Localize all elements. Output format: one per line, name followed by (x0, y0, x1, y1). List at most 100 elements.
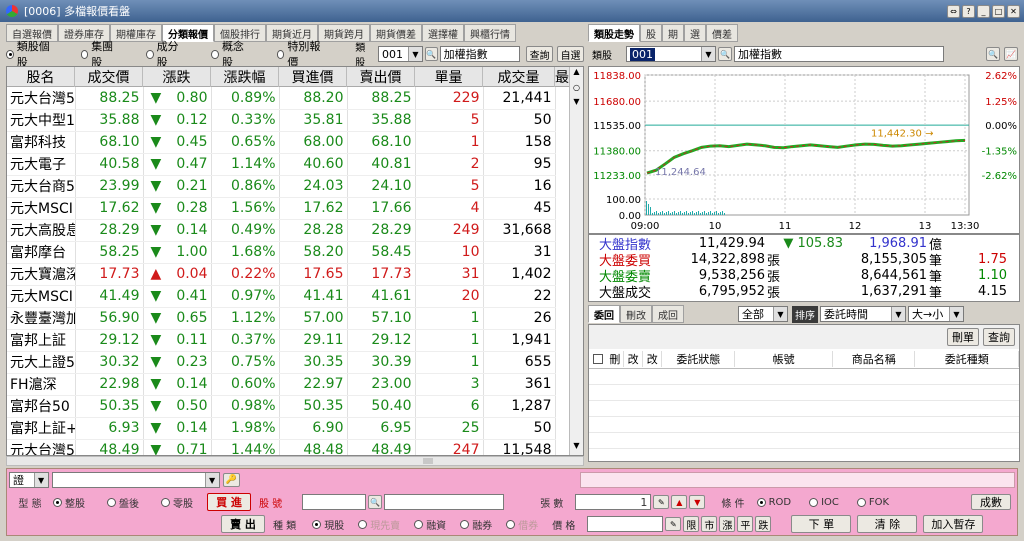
col-header-3[interactable]: 漲跌幅 (211, 67, 279, 87)
table-row[interactable]: 富邦摩台 58.25 ▼ 1.00 1.68% 58.20 58.45 10 31 (7, 241, 556, 264)
order-col-6[interactable]: 委託種類 (915, 350, 1020, 367)
col-header-1[interactable]: 成交價 (75, 67, 143, 87)
table-row[interactable]: 元大台商5 23.99 ▼ 0.21 0.86% 24.03 24.10 5 16 (7, 175, 556, 198)
select-all-checkbox[interactable] (593, 353, 603, 364)
sort-field-select[interactable]: 委託時間 ▼ (820, 306, 906, 322)
table-row[interactable]: 元大寶滬深 17.73 ▲ 0.04 0.22% 17.65 17.73 31 1,402 (7, 263, 556, 286)
kind-option-4[interactable]: 借券 (506, 517, 538, 532)
col-header-7[interactable]: 成交量 (483, 67, 555, 87)
deal-button[interactable]: 成數 (971, 494, 1011, 510)
type-option-1[interactable]: 盤後 (107, 495, 139, 510)
right-tab-0[interactable]: 類股走勢 (588, 24, 640, 42)
table-row[interactable]: 元大台灣5 48.49 ▼ 0.71 1.44% 48.48 48.49 247 11,548 (7, 439, 556, 455)
volume-bar (646, 201, 647, 215)
account-select[interactable]: 證 ▼ (9, 472, 49, 488)
maximize-button[interactable]: □ (992, 4, 1005, 18)
qty-calc-icon[interactable]: ✎ (653, 495, 670, 509)
price-type-1[interactable]: 市 (701, 516, 718, 532)
top-tab-9[interactable]: 興櫃行情 (464, 24, 516, 42)
table-row[interactable]: 永豐臺灣加 56.90 ▼ 0.65 1.12% 57.00 57.10 1 26 (7, 307, 556, 330)
right-tab-1[interactable]: 股 (640, 24, 662, 42)
right-category-select[interactable]: 001 ▼ (626, 46, 716, 62)
table-row[interactable]: 富邦上証+ 6.93 ▼ 0.14 1.98% 6.90 6.95 25 50 (7, 417, 556, 440)
right-tab-3[interactable]: 選 (684, 24, 706, 42)
cond-option-0[interactable]: ROD (756, 497, 791, 508)
top-tab-8[interactable]: 選擇權 (422, 24, 464, 42)
delete-order-button[interactable]: 刪單 (947, 328, 979, 346)
order-tab-0[interactable]: 委回 (588, 305, 620, 323)
kind-option-2[interactable]: 融資 (414, 517, 446, 532)
col-header-4[interactable]: 買進價 (279, 67, 347, 87)
col-header-2[interactable]: 漲跌 (143, 67, 211, 87)
category-select[interactable]: 001 ▼ (377, 46, 423, 62)
price-type-4[interactable]: 跌 (755, 516, 772, 532)
cond-option-2[interactable]: FOK (856, 497, 889, 508)
type-option-2[interactable]: 零股 (161, 495, 193, 510)
chart-icon[interactable]: 📈 (1004, 47, 1018, 61)
qty-up-button[interactable]: ▲ (671, 495, 688, 509)
clear-button[interactable]: 清 除 (857, 515, 918, 533)
order-tab-2[interactable]: 成回 (652, 305, 684, 323)
price-type-3[interactable]: 平 (737, 516, 754, 532)
table-row[interactable]: 元大電子 40.58 ▼ 0.47 1.14% 40.60 40.81 2 95 (7, 153, 556, 176)
table-row[interactable]: 元大MSCI 17.62 ▼ 0.28 1.56% 17.62 17.66 4 45 (7, 197, 556, 220)
buy-button[interactable]: 買 進 (207, 493, 251, 511)
minimize-button[interactable]: _ (977, 4, 990, 18)
table-row[interactable]: 元大中型1 35.88 ▼ 0.12 0.33% 35.81 35.88 5 50 (7, 109, 556, 132)
price-calc-icon[interactable]: ✎ (665, 517, 682, 531)
order-tab-1[interactable]: 刪改 (620, 305, 652, 323)
quote-scrollbar[interactable]: ▲ ○ ▼ ▼ (569, 67, 583, 455)
right-tab-4[interactable]: 價差 (706, 24, 738, 42)
order-col-5[interactable]: 商品名稱 (833, 350, 916, 367)
order-col-3[interactable]: 委託狀態 (662, 350, 736, 367)
quote-hscroll[interactable] (6, 456, 584, 466)
table-row[interactable]: 富邦上証 29.12 ▼ 0.11 0.37% 29.11 29.12 1 1,941 (7, 329, 556, 352)
order-col-0[interactable]: 刪 (607, 350, 624, 367)
table-row[interactable]: 元大高股息 28.29 ▼ 0.14 0.49% 28.28 28.29 249 31,668 (7, 219, 556, 242)
stock-search-icon[interactable]: 🔍 (368, 495, 383, 509)
sort-order-select[interactable]: 大→小 ▼ (908, 306, 964, 322)
custom-button[interactable]: 自選 (557, 46, 585, 62)
col-header-5[interactable]: 賣出價 (347, 67, 415, 87)
price-type-0[interactable]: 限 (683, 516, 700, 532)
price-type-2[interactable]: 漲 (719, 516, 736, 532)
order-col-1[interactable]: 改 (624, 350, 644, 367)
table-row[interactable]: 富邦科技 68.10 ▼ 0.45 0.65% 68.00 68.10 1 158 (7, 131, 556, 154)
kind-option-0[interactable]: 現股 (312, 517, 344, 532)
sell-button[interactable]: 賣 出 (221, 515, 265, 533)
cond-option-1[interactable]: IOC (809, 497, 839, 508)
key-icon[interactable]: 🔑 (222, 473, 241, 487)
price-input[interactable] (587, 516, 664, 532)
order-col-4[interactable]: 帳號 (735, 350, 834, 367)
right-tab-2[interactable]: 期 (662, 24, 684, 42)
stock-input[interactable] (302, 494, 367, 510)
qty-down-button[interactable]: ▼ (689, 495, 706, 509)
submit-order-button[interactable]: 下 單 (791, 515, 852, 533)
table-row[interactable]: 元大上證5 30.32 ▼ 0.23 0.75% 30.35 30.39 1 655 (7, 351, 556, 374)
kind-option-3[interactable]: 融券 (460, 517, 492, 532)
add-temp-button[interactable]: 加入暫存 (923, 515, 984, 533)
table-row[interactable]: 元大MSCI 41.49 ▼ 0.41 0.97% 41.41 41.61 20 22 (7, 285, 556, 308)
help-icon[interactable]: ? (962, 4, 975, 18)
table-row[interactable]: FH滬深 22.98 ▼ 0.14 0.60% 22.97 23.00 3 361 (7, 373, 556, 396)
account-number-select[interactable]: ▼ (51, 472, 220, 488)
col-header-more[interactable]: 最 (555, 67, 569, 87)
order-col-2[interactable]: 改 (643, 350, 663, 367)
table-row[interactable]: 富邦台50 50.35 ▼ 0.50 0.98% 50.35 50.40 6 1,287 (7, 395, 556, 418)
top-tab-7[interactable]: 期貨價差 (370, 24, 422, 42)
qty-input[interactable]: 1 (575, 494, 652, 510)
col-header-6[interactable]: 單量 (415, 67, 483, 87)
right-search-icon[interactable]: 🔍 (718, 47, 732, 61)
query-button[interactable]: 查詢 (526, 46, 554, 62)
link-icon[interactable]: ⇔ (947, 4, 960, 18)
volume-bar (664, 213, 665, 215)
table-row[interactable]: 元大台灣5 88.25 ▼ 0.80 0.89% 88.20 88.25 229 21,441 (7, 87, 556, 110)
zoom-icon[interactable]: 🔍 (986, 47, 1000, 61)
col-header-0[interactable]: 股名 (7, 67, 75, 87)
close-button[interactable]: ✕ (1007, 4, 1020, 18)
query-order-button[interactable]: 查詢 (983, 328, 1015, 346)
kind-option-1[interactable]: 現先賣 (358, 517, 400, 532)
search-icon[interactable]: 🔍 (424, 47, 438, 61)
order-filter-select[interactable]: 全部 ▼ (738, 306, 788, 322)
type-option-0[interactable]: 整股 (53, 495, 85, 510)
